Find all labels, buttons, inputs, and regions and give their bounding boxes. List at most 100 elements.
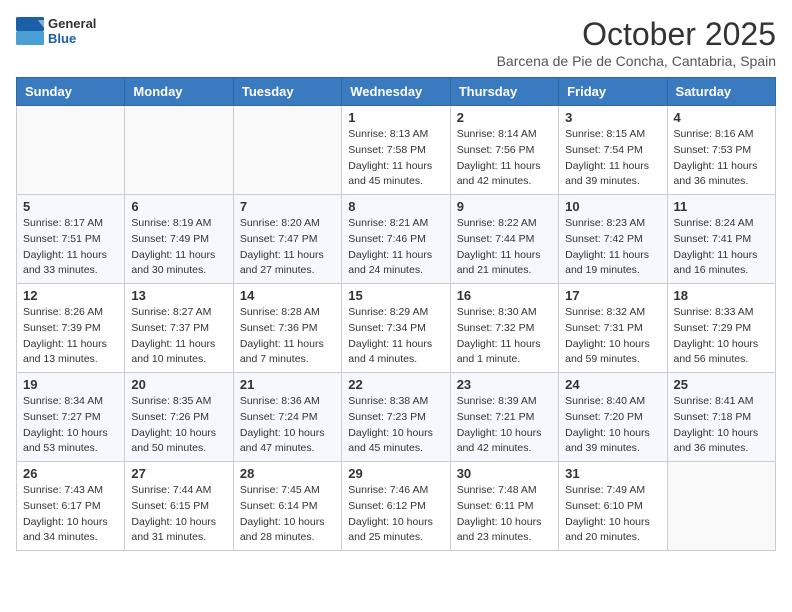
header: General Blue October 2025 Barcena de Pie… [16,16,776,69]
calendar-cell: 19Sunrise: 8:34 AMSunset: 7:27 PMDayligh… [17,373,125,462]
day-number: 13 [131,288,226,303]
day-number: 5 [23,199,118,214]
calendar-cell: 7Sunrise: 8:20 AMSunset: 7:47 PMDaylight… [233,195,341,284]
day-info: Sunrise: 8:33 AMSunset: 7:29 PMDaylight:… [674,305,769,368]
sunset: Sunset: 7:53 PM [674,143,769,159]
daylight: Daylight: 10 hours and 47 minutes. [240,426,335,458]
day-info: Sunrise: 7:46 AMSunset: 6:12 PMDaylight:… [348,483,443,546]
sunrise: Sunrise: 7:48 AM [457,483,552,499]
calendar-cell: 5Sunrise: 8:17 AMSunset: 7:51 PMDaylight… [17,195,125,284]
sunrise: Sunrise: 8:33 AM [674,305,769,321]
daylight: Daylight: 11 hours and 42 minutes. [457,159,552,191]
day-info: Sunrise: 8:32 AMSunset: 7:31 PMDaylight:… [565,305,660,368]
day-info: Sunrise: 8:20 AMSunset: 7:47 PMDaylight:… [240,216,335,279]
daylight: Daylight: 11 hours and 33 minutes. [23,248,118,280]
sunset: Sunset: 7:31 PM [565,321,660,337]
daylight: Daylight: 11 hours and 1 minute. [457,337,552,369]
day-info: Sunrise: 8:19 AMSunset: 7:49 PMDaylight:… [131,216,226,279]
calendar-cell: 13Sunrise: 8:27 AMSunset: 7:37 PMDayligh… [125,284,233,373]
sunrise: Sunrise: 8:38 AM [348,394,443,410]
title-area: October 2025 Barcena de Pie de Concha, C… [497,16,776,69]
day-number: 12 [23,288,118,303]
day-number: 26 [23,466,118,481]
day-number: 16 [457,288,552,303]
calendar-cell: 23Sunrise: 8:39 AMSunset: 7:21 PMDayligh… [450,373,558,462]
weekday-header-tuesday: Tuesday [233,78,341,106]
weekday-header-sunday: Sunday [17,78,125,106]
calendar-cell: 12 Sunrise: 8:26 AMSunset: 7:39 PMDayligh… [17,284,125,373]
sunset: Sunset: 6:12 PM [348,499,443,515]
daylight: Daylight: 11 hours and 45 minutes. [348,159,443,191]
daylight: Daylight: 10 hours and 59 minutes. [565,337,660,369]
daylight: Daylight: 11 hours and 19 minutes. [565,248,660,280]
calendar-cell: 3Sunrise: 8:15 AMSunset: 7:54 PMDaylight… [559,106,667,195]
day-info: Sunrise: 8:22 AMSunset: 7:44 PMDaylight:… [457,216,552,279]
sunrise: Sunrise: 8:30 AM [457,305,552,321]
calendar-cell [125,106,233,195]
day-number: 14 [240,288,335,303]
daylight: Daylight: 11 hours and 16 minutes. [674,248,769,280]
daylight: Daylight: 11 hours and 24 minutes. [348,248,443,280]
daylight: Daylight: 11 hours and 30 minutes. [131,248,226,280]
daylight: Daylight: 11 hours and 21 minutes. [457,248,552,280]
sunrise: Sunrise: 8:13 AM [348,127,443,143]
sunrise: Sunrise: 8:24 AM [674,216,769,232]
sunrise: Sunrise: 7:43 AM [23,483,118,499]
day-number: 9 [457,199,552,214]
day-number: 4 [674,110,769,125]
day-info: Sunrise: 8:41 AMSunset: 7:18 PMDaylight:… [674,394,769,457]
sunrise: Sunrise: 7:49 AM [565,483,660,499]
calendar-cell: 22Sunrise: 8:38 AMSunset: 7:23 PMDayligh… [342,373,450,462]
sunrise: Sunrise: 7:44 AM [131,483,226,499]
day-number: 11 [674,199,769,214]
calendar-cell: 30Sunrise: 7:48 AMSunset: 6:11 PMDayligh… [450,462,558,551]
sunset: Sunset: 6:10 PM [565,499,660,515]
day-number: 8 [348,199,443,214]
daylight: Daylight: 11 hours and 39 minutes. [565,159,660,191]
weekday-header-friday: Friday [559,78,667,106]
day-info: Sunrise: 7:45 AMSunset: 6:14 PMDaylight:… [240,483,335,546]
day-info: Sunrise: 7:48 AMSunset: 6:11 PMDaylight:… [457,483,552,546]
daylight: Daylight: 10 hours and 23 minutes. [457,515,552,547]
sunset: Sunset: 6:11 PM [457,499,552,515]
sunset: Sunset: 7:44 PM [457,232,552,248]
calendar-cell [17,106,125,195]
sunrise: Sunrise: 8:41 AM [674,394,769,410]
calendar-cell: 27Sunrise: 7:44 AMSunset: 6:15 PMDayligh… [125,462,233,551]
day-info: Sunrise: 8:38 AMSunset: 7:23 PMDaylight:… [348,394,443,457]
daylight: Daylight: 10 hours and 31 minutes. [131,515,226,547]
day-number: 20 [131,377,226,392]
sunset: Sunset: 7:41 PM [674,232,769,248]
calendar-cell: 15Sunrise: 8:29 AMSunset: 7:34 PMDayligh… [342,284,450,373]
day-number: 29 [348,466,443,481]
calendar-cell: 9 Sunrise: 8:22 AMSunset: 7:44 PMDaylight… [450,195,558,284]
sunrise: Sunrise: 8:36 AM [240,394,335,410]
day-number: 23 [457,377,552,392]
day-number: 21 [240,377,335,392]
month-title: October 2025 [497,16,776,53]
day-number: 31 [565,466,660,481]
day-info: Sunrise: 8:14 AMSunset: 7:56 PMDaylight:… [457,127,552,190]
day-number: 19 [23,377,118,392]
daylight: Daylight: 10 hours and 42 minutes. [457,426,552,458]
sunrise: Sunrise: 8:26 AM [23,305,118,321]
calendar-cell: 10Sunrise: 8:23 AMSunset: 7:42 PMDayligh… [559,195,667,284]
sunset: Sunset: 6:17 PM [23,499,118,515]
day-info: Sunrise: 8:40 AMSunset: 7:20 PMDaylight:… [565,394,660,457]
day-info: Sunrise: 8:23 AMSunset: 7:42 PMDaylight:… [565,216,660,279]
daylight: Daylight: 11 hours and 36 minutes. [674,159,769,191]
day-number: 15 [348,288,443,303]
day-info: Sunrise: 7:43 AMSunset: 6:17 PMDaylight:… [23,483,118,546]
sunrise: Sunrise: 8:29 AM [348,305,443,321]
day-number: 25 [674,377,769,392]
daylight: Daylight: 11 hours and 13 minutes. [23,337,118,369]
day-number: 6 [131,199,226,214]
week-row-2: 5Sunrise: 8:17 AMSunset: 7:51 PMDaylight… [17,195,776,284]
day-info: Sunrise: 8:36 AMSunset: 7:24 PMDaylight:… [240,394,335,457]
sunset: Sunset: 7:36 PM [240,321,335,337]
daylight: Daylight: 11 hours and 4 minutes. [348,337,443,369]
day-info: Sunrise: 8:26 AMSunset: 7:39 PMDaylight:… [23,305,118,368]
logo: General Blue [16,16,96,46]
sunrise: Sunrise: 8:17 AM [23,216,118,232]
calendar-table: SundayMondayTuesdayWednesdayThursdayFrid… [16,77,776,551]
